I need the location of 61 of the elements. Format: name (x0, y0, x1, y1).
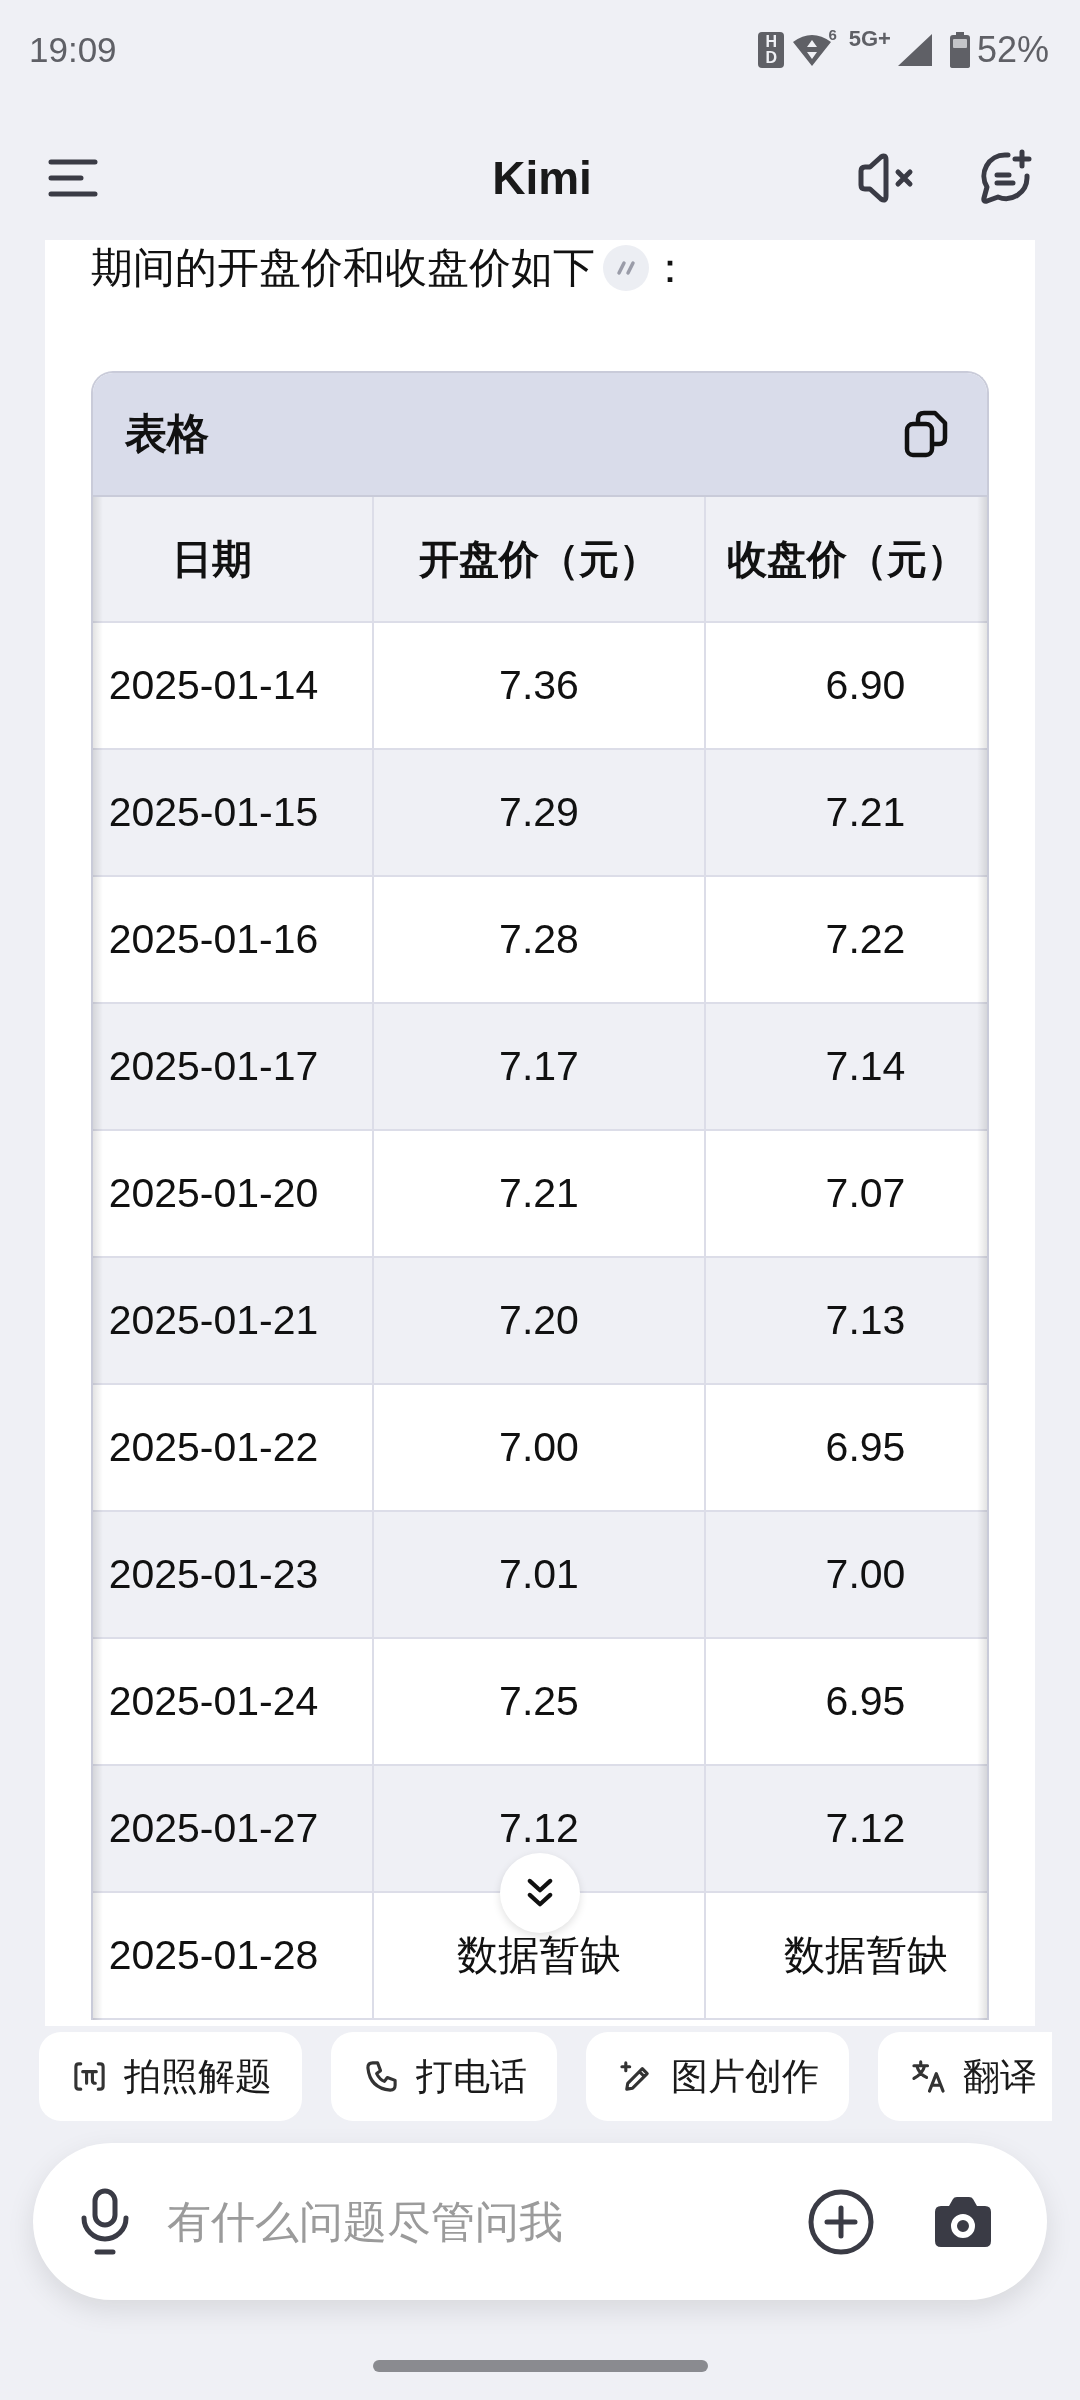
value-text: 7.07 (825, 1173, 906, 1214)
quick-action-button[interactable]: 拍照解题 (39, 2032, 302, 2121)
date-text: 2025-01-28 (108, 1935, 319, 1976)
date-text: 2025-01-22 (108, 1427, 319, 1468)
value-text: 7.29 (499, 792, 579, 833)
message-input-field[interactable]: 有什么问题尽管问我 (167, 2191, 788, 2252)
value-text: 7.00 (825, 1554, 906, 1595)
pi-bracket-icon (72, 2059, 107, 2094)
value-text: 6.90 (825, 665, 906, 706)
date-text: 2025-01-23 (108, 1554, 319, 1595)
message-text: 期间的开盘价和收盘价如下 (91, 246, 595, 290)
date-text: 2025-01-17 (108, 1046, 319, 1087)
date-text: 2025-01-20 (108, 1173, 319, 1214)
value-text: 7.20 (499, 1300, 579, 1341)
value-text: 7.12 (825, 1808, 906, 1849)
value-text: 6.95 (825, 1427, 906, 1468)
signal-icon (896, 33, 933, 67)
date-text: 2025-01-27 (108, 1808, 319, 1849)
column-header: 日期 (171, 536, 252, 582)
value-text: 数据暂缺 (783, 1935, 948, 1976)
date-text: 2025-01-16 (108, 919, 319, 960)
add-circle-icon[interactable] (808, 2188, 874, 2255)
date-text: 2025-01-21 (108, 1300, 319, 1341)
message-text: ： (649, 246, 691, 290)
value-text: 7.21 (825, 792, 906, 833)
value-text: 7.25 (499, 1681, 579, 1722)
translate-icon (911, 2059, 946, 2094)
value-text: 7.01 (499, 1554, 579, 1595)
quick-action-button[interactable]: 打电话 (331, 2032, 557, 2121)
value-text: 7.36 (499, 665, 579, 706)
value-text: 7.28 (499, 919, 579, 960)
value-text: 7.21 (499, 1173, 579, 1214)
double-chevron-down-icon (526, 1877, 554, 1909)
wifi-generation-label: 6 (828, 27, 837, 42)
column-header: 开盘价（元） (419, 536, 659, 582)
clock-time: 19:09 (29, 30, 117, 70)
network-type-label: 5G+ (848, 28, 891, 50)
date-text: 2025-01-24 (108, 1681, 319, 1722)
date-text: 2025-01-14 (108, 665, 319, 706)
date-text: 2025-01-15 (108, 792, 319, 833)
value-text: 7.00 (499, 1427, 579, 1468)
app-title: Kimi (492, 151, 592, 205)
value-text: 7.14 (825, 1046, 906, 1087)
menu-icon[interactable] (48, 158, 98, 198)
value-text: 7.13 (825, 1300, 906, 1341)
battery-percentage: 52% (976, 29, 1049, 71)
quick-action-button[interactable]: 图片创作 (586, 2032, 849, 2121)
copy-icon[interactable] (904, 410, 948, 458)
phone-icon (364, 2059, 399, 2094)
quick-action-button[interactable]: 翻译 (878, 2032, 1052, 2121)
table-title: 表格 (125, 409, 209, 459)
value-text: 7.12 (499, 1808, 579, 1849)
battery-icon (948, 31, 971, 69)
value-text: 数据暂缺 (457, 1935, 621, 1976)
column-header: 收盘价（元） (726, 536, 967, 582)
microphone-icon[interactable] (79, 2187, 131, 2256)
citation-icon[interactable] (603, 245, 649, 291)
hd-badge: HD (758, 32, 785, 68)
value-text: 7.22 (825, 919, 906, 960)
value-text: 7.17 (499, 1046, 579, 1087)
value-text: 6.95 (825, 1681, 906, 1722)
